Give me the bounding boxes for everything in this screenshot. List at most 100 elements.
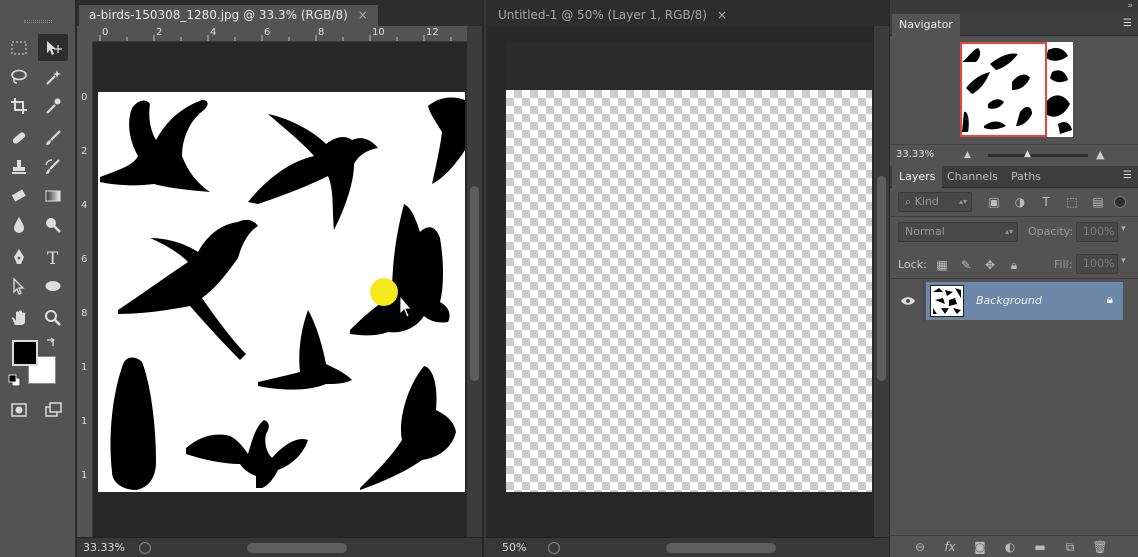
panel-menu-icon[interactable]: ☰ <box>1123 18 1135 29</box>
ruler-label: 2 <box>81 146 88 157</box>
zoom-out-icon[interactable]: ▲ <box>964 150 971 160</box>
status-menu-icon[interactable] <box>139 542 151 554</box>
panel-collapse-bar[interactable]: » <box>890 0 1138 14</box>
lock-all-icon[interactable]: 🔒︎ <box>1006 257 1022 273</box>
zoom-slider-track[interactable] <box>988 154 1088 157</box>
dropdown-arrow-icon: ▴▾ <box>1004 227 1013 236</box>
vertical-ruler[interactable]: 0 2 4 6 8 1 1 1 <box>77 42 93 537</box>
screen-mode-icon[interactable] <box>38 396 68 423</box>
ruler-label: 0 <box>102 27 109 38</box>
scroll-thumb[interactable] <box>877 176 886 381</box>
layer-kind-filter[interactable]: ⌕ Kind ▴▾ <box>898 192 972 212</box>
path-selection-icon[interactable] <box>4 272 34 299</box>
pen-tool-icon[interactable] <box>4 243 34 270</box>
type-tool-icon[interactable]: T <box>38 243 68 270</box>
dodge-tool-icon[interactable] <box>38 211 68 238</box>
horizontal-scroll-thumb[interactable] <box>247 543 347 553</box>
zoom-level[interactable]: 33.33% <box>83 538 125 557</box>
gradient-tool-icon[interactable] <box>38 182 68 209</box>
panel-grip[interactable] <box>24 20 52 23</box>
lock-position-icon[interactable]: ✥ <box>982 257 998 273</box>
close-tab-icon[interactable]: × <box>358 8 368 22</box>
filter-pixel-icon[interactable]: ▣ <box>986 194 1002 210</box>
add-mask-icon[interactable]: ◙ <box>972 539 988 555</box>
foreground-color-swatch[interactable] <box>12 340 38 366</box>
swap-colors-icon[interactable] <box>44 336 58 350</box>
link-layers-icon[interactable]: ⊖ <box>912 539 928 555</box>
layer-row-background[interactable]: Background 🔒︎ <box>926 282 1123 320</box>
collapse-icon[interactable]: » <box>1127 1 1133 11</box>
bird-silhouettes-image <box>100 97 465 490</box>
ruler-label: 4 <box>210 27 217 38</box>
marquee-tool-icon[interactable] <box>4 34 34 61</box>
horizontal-ruler[interactable]: 0 2 4 6 8 10 12 <box>93 26 467 42</box>
ellipse-tool-icon[interactable] <box>38 272 68 299</box>
layer-style-icon[interactable]: fx <box>942 539 958 555</box>
quick-mask-icon[interactable] <box>4 396 34 423</box>
ruler-label: 4 <box>81 200 88 211</box>
ruler-origin[interactable] <box>77 26 93 42</box>
magic-wand-icon[interactable] <box>38 63 68 90</box>
new-group-icon[interactable]: ▬ <box>1032 539 1048 555</box>
delete-layer-icon[interactable]: 🗑︎ <box>1092 539 1108 555</box>
lock-image-icon[interactable]: ✎ <box>958 257 974 273</box>
new-layer-icon[interactable]: ⧉ <box>1062 539 1078 555</box>
vertical-scrollbar[interactable] <box>874 26 889 537</box>
filter-toggle-icon[interactable] <box>1114 196 1126 208</box>
new-adjustment-layer-icon[interactable]: ◐ <box>1002 539 1018 555</box>
crop-tool-icon[interactable] <box>4 92 34 119</box>
lasso-tool-icon[interactable] <box>4 63 34 90</box>
blur-tool-icon[interactable] <box>4 211 34 238</box>
divider <box>890 278 1138 279</box>
filter-smart-object-icon[interactable]: ▤ <box>1090 194 1106 210</box>
panel-menu-icon[interactable]: ☰ <box>1123 170 1135 181</box>
tools-panel: T <box>0 0 76 557</box>
navigator-zoom-value[interactable]: 33.33% <box>896 149 934 160</box>
navigator-thumbnail[interactable] <box>960 42 1073 137</box>
vertical-scrollbar[interactable] <box>467 26 482 537</box>
cursor-highlight <box>370 278 398 306</box>
tab-channels[interactable]: Channels <box>940 166 1005 188</box>
birds-canvas[interactable] <box>98 92 465 492</box>
tab-navigator[interactable]: Navigator <box>892 14 960 36</box>
healing-brush-icon[interactable] <box>4 124 34 151</box>
scroll-thumb[interactable] <box>470 186 479 381</box>
zoom-tool-icon[interactable] <box>38 304 68 331</box>
status-menu-icon[interactable] <box>548 542 560 554</box>
brush-tool-icon[interactable] <box>38 124 68 151</box>
zoom-in-icon[interactable]: ▲ <box>1096 148 1104 161</box>
fill-input[interactable]: 100% <box>1076 254 1118 274</box>
opacity-input[interactable]: 100% <box>1076 222 1118 242</box>
blend-mode-select[interactable]: Normal ▴▾ <box>898 222 1018 242</box>
search-icon: ⌕ <box>905 195 915 208</box>
zoom-slider-thumb[interactable]: ▲ <box>1024 149 1031 159</box>
filter-shape-icon[interactable]: ⬚ <box>1064 194 1080 210</box>
move-tool-icon[interactable] <box>38 34 68 61</box>
layers-tabbar: Layers Channels Paths ☰ <box>890 166 1138 188</box>
filter-type-icon[interactable]: T <box>1038 194 1054 210</box>
hand-tool-icon[interactable] <box>4 304 34 331</box>
ruler-label: 12 <box>426 27 439 38</box>
ruler-label: 1 <box>81 470 88 481</box>
blend-mode-value: Normal <box>905 225 945 238</box>
history-brush-icon[interactable] <box>38 153 68 180</box>
close-tab-icon[interactable]: × <box>717 8 727 22</box>
tab-layers[interactable]: Layers <box>892 166 943 188</box>
visibility-column <box>890 280 924 322</box>
lock-transparency-icon[interactable]: ▦ <box>934 257 950 273</box>
eraser-tool-icon[interactable] <box>4 182 34 209</box>
zoom-level[interactable]: 50% <box>502 538 526 557</box>
filter-adjustment-icon[interactable]: ◑ <box>1012 194 1028 210</box>
fill-dropdown-icon[interactable]: ▾ <box>1121 256 1126 266</box>
horizontal-scroll-thumb[interactable] <box>666 543 776 553</box>
tab-untitled-document[interactable]: Untitled-1 @ 50% (Layer 1, RGB/8) × <box>488 5 737 25</box>
eyedropper-icon[interactable] <box>38 92 68 119</box>
opacity-dropdown-icon[interactable]: ▾ <box>1121 224 1126 234</box>
transparent-canvas[interactable] <box>506 90 872 492</box>
eye-icon[interactable] <box>900 296 916 306</box>
tab-paths[interactable]: Paths <box>1004 166 1048 188</box>
clone-stamp-icon[interactable] <box>4 153 34 180</box>
default-colors-icon[interactable] <box>8 374 22 388</box>
tab-birds-document[interactable]: a-birds-150308_1280.jpg @ 33.3% (RGB/8) × <box>79 5 378 26</box>
layer-name[interactable]: Background <box>976 294 1042 307</box>
